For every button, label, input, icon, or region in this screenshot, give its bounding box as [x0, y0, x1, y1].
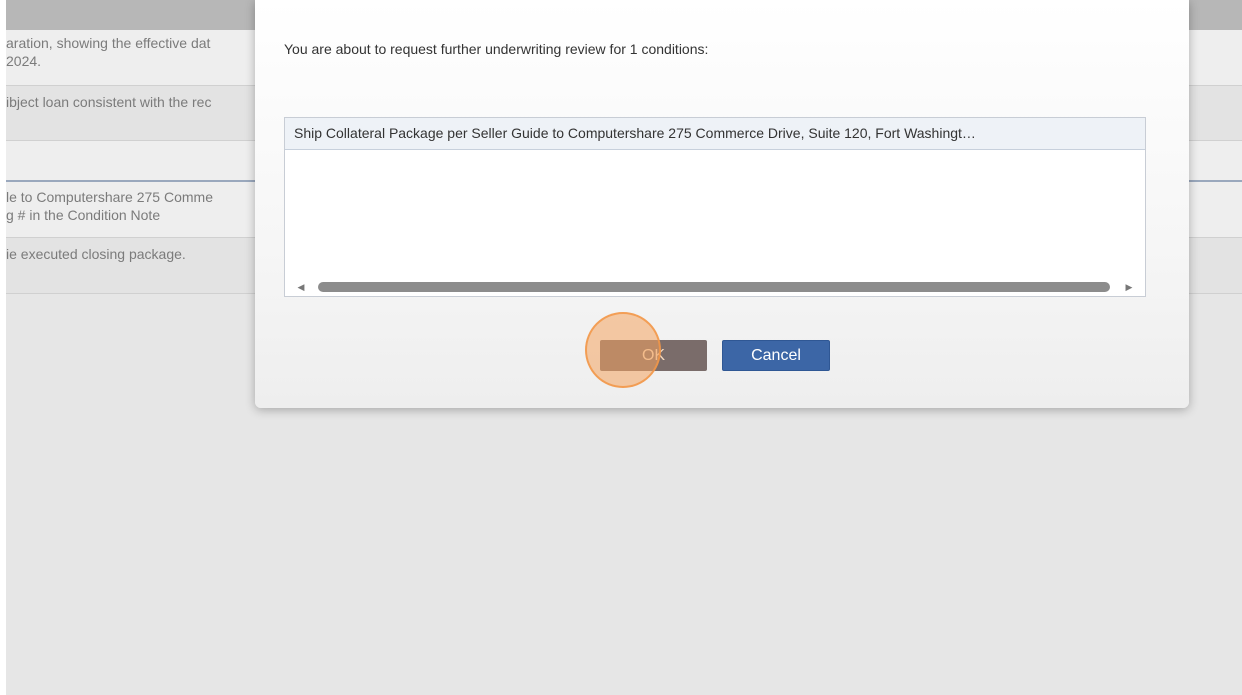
list-item[interactable]: Ship Collateral Package per Seller Guide…	[285, 118, 1145, 150]
background-row-text: g # in the Condition Note	[6, 207, 161, 223]
background-row-text: le to Computershare 275 Comme	[6, 189, 213, 205]
background-row-text: 2024.	[6, 53, 42, 69]
background-row-text: ibject loan consistent with the rec	[6, 94, 212, 110]
confirm-dialog: You are about to request further underwr…	[255, 0, 1189, 408]
scrollbar-thumb[interactable]	[318, 282, 1110, 292]
background-row-text: ie executed closing package.	[6, 246, 186, 262]
cancel-button[interactable]: Cancel	[722, 340, 830, 371]
ok-button[interactable]: OK	[600, 340, 707, 371]
scroll-right-icon[interactable]: ▶	[1121, 278, 1137, 296]
dialog-message: You are about to request further underwr…	[284, 41, 709, 57]
background-row-text: aration, showing the effective dat	[6, 35, 211, 51]
scroll-left-icon[interactable]: ◀	[293, 278, 309, 296]
conditions-list[interactable]: Ship Collateral Package per Seller Guide…	[284, 117, 1146, 297]
horizontal-scrollbar[interactable]: ◀ ▶	[285, 278, 1145, 296]
